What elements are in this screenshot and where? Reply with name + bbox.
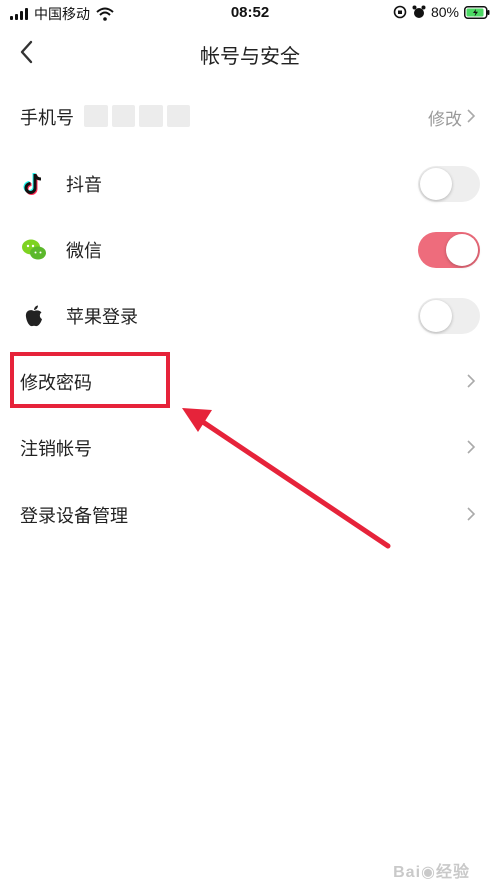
douyin-icon	[23, 173, 42, 195]
chevron-right-icon	[467, 507, 476, 521]
battery-percent: 80%	[430, 4, 459, 20]
phone-number-label: 手机号	[20, 108, 74, 128]
device-management-row[interactable]: 登录设备管理	[0, 481, 500, 547]
wechat-label: 微信	[66, 241, 102, 261]
douyin-toggle[interactable]	[418, 166, 480, 202]
status-bar: 中国移动 08:52 80%	[0, 0, 500, 28]
nav-bar: 帐号与安全	[0, 28, 500, 76]
apple-icon	[25, 305, 42, 327]
wechat-icon	[22, 239, 46, 260]
chevron-right-icon	[467, 374, 476, 388]
toggle-knob	[446, 234, 478, 266]
alarm-icon	[412, 5, 426, 18]
wechat-binding-row: 微信	[0, 216, 500, 282]
annotation-highlight-box	[10, 352, 170, 408]
battery-icon	[464, 5, 490, 19]
apple-login-label: 苹果登录	[66, 307, 138, 327]
toggle-knob	[420, 300, 452, 332]
masked-phone-number	[84, 105, 190, 127]
apple-login-row: 苹果登录	[0, 282, 500, 348]
phone-edit-link[interactable]: 修改	[428, 105, 462, 130]
douyin-binding-row: 抖音	[0, 150, 500, 216]
chevron-right-icon	[467, 440, 476, 454]
cancel-account-label: 注销帐号	[20, 439, 92, 459]
rotation-lock-icon	[393, 5, 407, 19]
chevron-right-icon	[467, 109, 476, 123]
douyin-label: 抖音	[66, 175, 102, 195]
cancel-account-row[interactable]: 注销帐号	[0, 414, 500, 480]
baidu-jingyan-watermark: Bai◉经验	[393, 864, 470, 881]
toggle-knob	[420, 168, 452, 200]
wechat-toggle[interactable]	[418, 232, 480, 268]
device-management-label: 登录设备管理	[20, 506, 128, 526]
page-title: 帐号与安全	[200, 46, 300, 68]
apple-login-toggle[interactable]	[418, 298, 480, 334]
phone-number-row[interactable]: 手机号 修改	[0, 83, 500, 149]
